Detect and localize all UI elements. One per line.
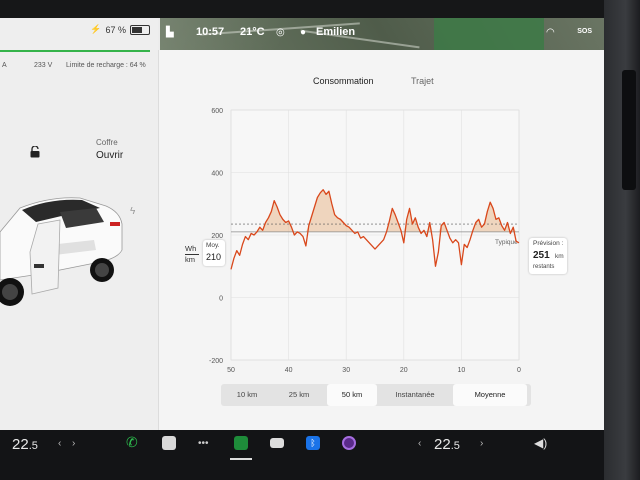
y-unit-wh: Wh <box>185 244 197 253</box>
typical-label: Typique <box>495 239 518 246</box>
sentry-icon[interactable]: ◎ <box>276 27 285 38</box>
forecast-label: Prévision : <box>533 240 564 247</box>
y-tick-label: 200 <box>211 233 223 240</box>
charge-port-icon[interactable]: ϟ <box>130 206 135 217</box>
wifi-icon[interactable]: ◠ <box>546 27 555 38</box>
trunk-open-button[interactable]: Ouvrir <box>96 150 123 161</box>
passenger-temp-down-icon[interactable]: ‹ <box>418 438 421 449</box>
bluetooth-icon[interactable]: ᛒ <box>306 436 320 450</box>
map-strip[interactable]: ▙ 10:57 21°C ◎ ● Emilien ◠ SOS <box>160 18 604 50</box>
average-value: 210 <box>206 252 222 262</box>
phone-icon[interactable]: ✆ <box>126 434 140 450</box>
y-unit-km: km <box>185 254 199 264</box>
battery-percent: 67 % <box>105 24 126 35</box>
charge-limit[interactable]: Limite de recharge : 64 % <box>66 62 146 69</box>
dashcam-icon[interactable] <box>270 438 284 448</box>
temp-up-icon[interactable]: › <box>72 438 75 449</box>
calendar-icon[interactable] <box>162 436 176 450</box>
outside-temperature: 21°C <box>240 26 265 38</box>
charging-bolt-icon: ⚡ <box>90 24 102 34</box>
trunk-label: Coffre <box>96 138 118 147</box>
range-selector: 10 km 25 km 50 km Instantanée Moyenne <box>221 384 531 406</box>
bottom-dock: 22.5 ‹ › ✆ ••• ᛒ ‹ 22.5 › ◀) <box>0 430 604 480</box>
x-tick-label: 40 <box>285 367 293 374</box>
status-bar: ⚡ 67 % ▙ 10:57 21°C ◎ ● Emilien ◠ SOS <box>0 18 604 50</box>
temp-down-icon[interactable]: ‹ <box>58 438 61 449</box>
x-tick-label: 30 <box>342 367 350 374</box>
consumption-chart: 600 400 200 0 -200 50 40 30 20 10 0 Typique <box>209 108 521 374</box>
instant-button[interactable]: Instantanée <box>379 384 451 406</box>
x-tick-label: 10 <box>458 367 466 374</box>
active-app-indicator <box>230 458 252 460</box>
y-tick-label: 600 <box>211 108 223 115</box>
sos-button[interactable]: SOS <box>577 28 592 35</box>
passenger-temp-up-icon[interactable]: › <box>480 438 483 449</box>
average-label: Moy. <box>206 242 220 249</box>
battery-indicator[interactable]: ⚡ 67 % <box>90 24 150 35</box>
car-illustration[interactable] <box>0 178 140 318</box>
volume-icon[interactable]: ◀) <box>534 436 548 450</box>
bezel-slot <box>622 70 636 190</box>
energy-app-icon[interactable] <box>234 436 248 450</box>
forecast-value: 251 <box>533 250 550 261</box>
garage-icon[interactable]: ▙ <box>166 27 174 38</box>
energy-app: Consommation Trajet 600 400 200 0 -200 50 40 30… <box>158 50 604 430</box>
forecast-suffix: restants <box>533 264 555 270</box>
charge-progress <box>0 50 150 52</box>
range-25km-button[interactable]: 25 km <box>273 384 325 406</box>
x-tick-label: 0 <box>517 367 521 374</box>
forecast-badge: Prévision : 251 km restants <box>529 238 567 274</box>
y-tick-label: -200 <box>209 358 223 365</box>
average-button[interactable]: Moyenne <box>453 384 527 406</box>
range-50km-button[interactable]: 50 km <box>327 384 377 406</box>
x-tick-label: 50 <box>227 367 235 374</box>
range-10km-button[interactable]: 10 km <box>221 384 273 406</box>
x-tick-label: 20 <box>400 367 408 374</box>
passenger-temperature[interactable]: 22.5 <box>434 436 460 453</box>
driver-profile[interactable]: Emilien <box>316 26 355 38</box>
average-badge: Moy. 210 <box>203 240 225 266</box>
screen-bezel <box>604 0 640 480</box>
map-park-area <box>434 18 544 50</box>
y-tick-label: 0 <box>219 296 223 303</box>
forecast-unit: km <box>555 253 564 260</box>
touchscreen: ⚡ 67 % ▙ 10:57 21°C ◎ ● Emilien ◠ SOS A … <box>0 18 604 430</box>
status-bar-left: ⚡ 67 % <box>0 18 158 50</box>
charge-amps: A <box>2 62 7 69</box>
media-icon[interactable] <box>342 436 356 450</box>
y-tick-label: 400 <box>211 171 223 178</box>
battery-icon <box>130 24 150 35</box>
profile-icon[interactable]: ● <box>300 27 306 38</box>
clock: 10:57 <box>196 26 225 38</box>
more-apps-icon[interactable]: ••• <box>198 438 212 452</box>
driver-temperature[interactable]: 22.5 <box>12 436 38 453</box>
unlock-icon[interactable] <box>30 146 40 158</box>
charge-voltage: 233 V <box>34 62 53 69</box>
car-panel: A 233 V Limite de recharge : 64 % Coffre… <box>0 50 158 430</box>
